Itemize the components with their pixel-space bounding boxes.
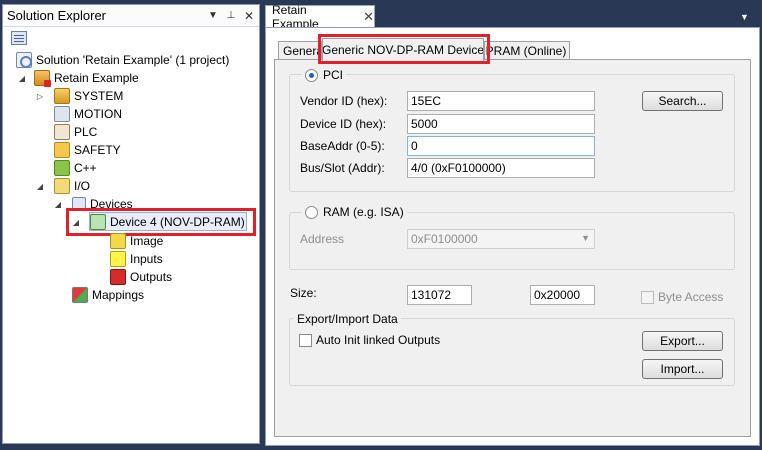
expanded-arrow-icon[interactable]: ◢ (34, 182, 46, 191)
solution-explorer-title: Solution Explorer (7, 8, 106, 23)
device-id-field[interactable]: 5000 (407, 114, 595, 134)
size-label: Size: (290, 286, 317, 300)
tree-item-safety[interactable]: SAFETY (54, 141, 121, 159)
tree-item-plc[interactable]: PLC (54, 123, 97, 141)
safety-icon (54, 142, 70, 158)
device-id-label: Device ID (hex): (300, 117, 387, 131)
cpp-icon (54, 160, 70, 176)
ram-radio-button[interactable] (305, 205, 318, 219)
address-label: Address (300, 232, 345, 246)
tree-item-mappings[interactable]: Mappings (72, 286, 144, 304)
expanded-arrow-icon[interactable]: ◢ (52, 200, 64, 209)
mappings-icon (72, 287, 88, 303)
byte-access-checkbox: Byte Access (641, 290, 723, 304)
address-select: 0xF0100000 ▼ (407, 229, 595, 249)
system-icon (54, 88, 70, 104)
document-tab[interactable]: Retain Example ✕ (265, 3, 375, 31)
export-import-title: Export/Import Data (294, 311, 401, 327)
chevron-down-icon[interactable]: ▼ (740, 12, 749, 22)
chevron-down-icon: ▼ (581, 233, 590, 243)
inputs-icon (110, 251, 126, 267)
outputs-icon (110, 269, 126, 285)
byte-access-check (641, 290, 654, 304)
busslot-field[interactable]: 4/0 (0xF0100000) (407, 158, 595, 178)
dropdown-arrow-icon[interactable]: ▼ (205, 8, 221, 24)
tree-item-motion[interactable]: MOTION (54, 105, 122, 123)
vendor-id-label: Vendor ID (hex): (300, 94, 388, 108)
tab-dpram-online[interactable]: DPRAM (Online) (484, 41, 570, 60)
motion-icon (54, 106, 70, 122)
tree-item-project[interactable]: ◢ Retain Example (16, 69, 139, 87)
tree-item-solution[interactable]: Solution 'Retain Example' (1 project) (16, 51, 229, 69)
auto-init-check[interactable] (299, 333, 312, 347)
tree-item-inputs[interactable]: Inputs (110, 250, 163, 268)
export-button[interactable]: Export... (642, 331, 723, 351)
vendor-id-field[interactable]: 15EC (407, 91, 595, 111)
solution-explorer-titlebar: Solution Explorer ▼ ⊥ ✕ (3, 5, 259, 27)
pin-icon[interactable]: ⊥ (223, 8, 239, 24)
search-button[interactable]: Search... (642, 91, 723, 111)
plc-icon (54, 124, 70, 140)
tree-item-io[interactable]: ◢ I/O (34, 177, 90, 195)
baseaddr-field[interactable]: 0 (407, 136, 595, 156)
close-icon[interactable]: ✕ (241, 8, 257, 24)
close-icon[interactable]: ✕ (363, 9, 374, 25)
baseaddr-label: BaseAddr (0-5): (300, 139, 385, 153)
io-icon (54, 178, 70, 194)
pci-radio-button[interactable] (305, 68, 318, 82)
tree-item-system[interactable]: ▷ SYSTEM (34, 87, 123, 105)
collapsed-arrow-icon[interactable]: ▷ (34, 92, 46, 101)
tree-item-outputs[interactable]: Outputs (110, 268, 172, 286)
solution-explorer-toolbar (3, 27, 259, 49)
tab-general[interactable]: General (278, 41, 322, 60)
import-button[interactable]: Import... (642, 359, 723, 379)
tree-item-image[interactable]: Image (110, 232, 163, 250)
expanded-arrow-icon[interactable]: ◢ (16, 74, 28, 83)
highlight-box-tab (318, 34, 490, 64)
solution-icon (16, 52, 32, 68)
properties-icon[interactable] (11, 31, 27, 45)
tree-item-cpp[interactable]: C++ (54, 159, 97, 177)
project-icon (34, 70, 51, 87)
ram-radio[interactable]: RAM (e.g. ISA) (302, 204, 407, 220)
image-icon (110, 233, 126, 249)
size-hex-field[interactable]: 0x20000 (530, 285, 595, 305)
size-decimal-field[interactable]: 131072 (407, 285, 472, 305)
busslot-label: Bus/Slot (Addr): (300, 161, 385, 175)
pci-radio[interactable]: PCI (302, 67, 347, 83)
auto-init-checkbox[interactable]: Auto Init linked Outputs (299, 333, 440, 347)
